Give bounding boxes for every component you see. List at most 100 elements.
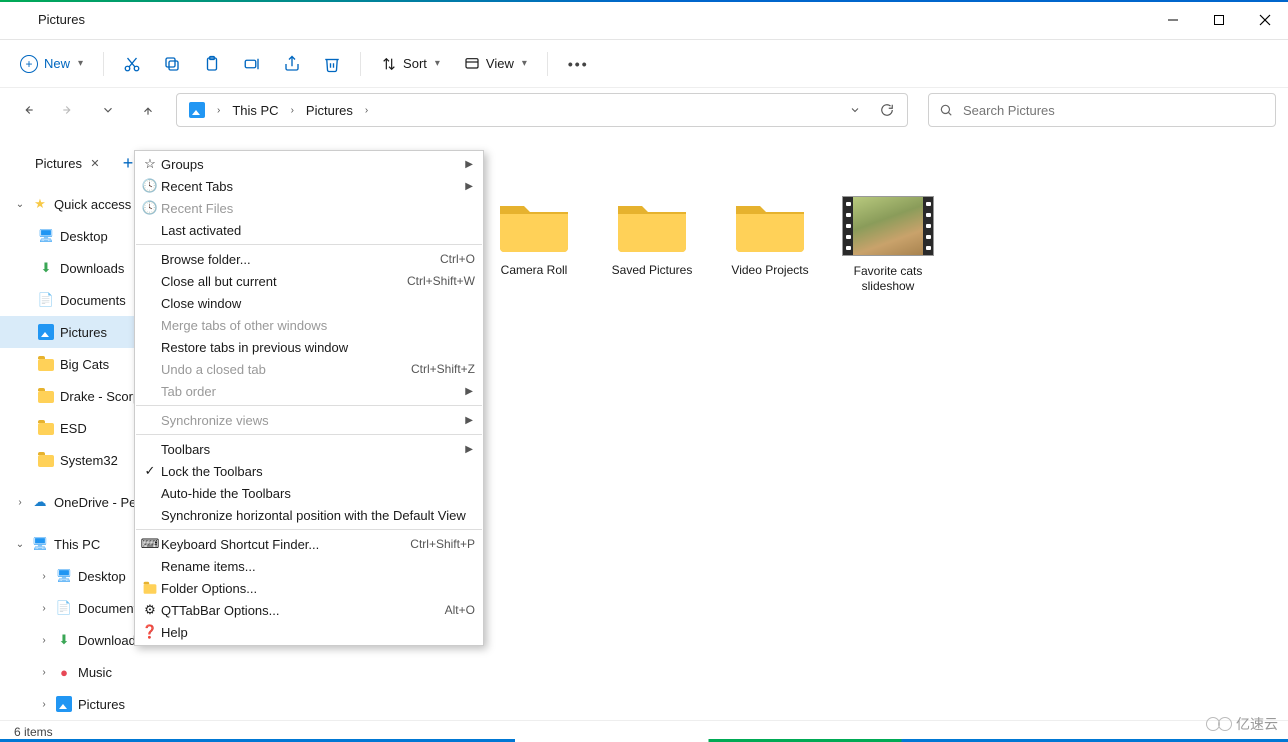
chevron-down-icon: ▾ bbox=[522, 58, 527, 69]
document-icon: 📄 bbox=[38, 292, 54, 308]
paste-button[interactable] bbox=[194, 46, 230, 82]
new-button[interactable]: + New ▾ bbox=[10, 49, 93, 79]
keyboard-icon: ⌨ bbox=[139, 536, 161, 552]
breadcrumb-this-pc[interactable]: This PC bbox=[226, 99, 284, 122]
document-icon: 📄 bbox=[56, 600, 72, 616]
pictures-icon bbox=[56, 696, 72, 712]
plus-icon: + bbox=[20, 55, 38, 73]
forward-button[interactable] bbox=[52, 94, 84, 126]
sidebar-tp-pictures[interactable]: ›Pictures bbox=[0, 688, 188, 720]
folder-icon bbox=[38, 388, 54, 404]
star-icon: ☆ bbox=[139, 156, 161, 172]
folder-icon bbox=[38, 452, 54, 468]
watermark: 亿速云 bbox=[1206, 714, 1278, 734]
folder-camera-roll[interactable]: Camera Roll bbox=[484, 196, 584, 294]
menu-help[interactable]: ❓Help bbox=[135, 621, 483, 643]
back-button[interactable] bbox=[12, 94, 44, 126]
toolbar: + New ▾ Sort ▾ View ▾ ••• bbox=[0, 40, 1288, 88]
help-icon: ❓ bbox=[139, 624, 161, 640]
search-input[interactable] bbox=[963, 103, 1265, 118]
rename-button[interactable] bbox=[234, 46, 270, 82]
cut-button[interactable] bbox=[114, 46, 150, 82]
chevron-down-icon: ▾ bbox=[435, 58, 440, 69]
share-button[interactable] bbox=[274, 46, 310, 82]
music-icon: ● bbox=[56, 664, 72, 680]
cloud-icon: ☁ bbox=[32, 494, 48, 510]
gear-icon: ⚙ bbox=[139, 602, 161, 618]
pc-icon: 🖥 bbox=[32, 536, 48, 552]
view-label: View bbox=[486, 56, 514, 71]
menu-recent-files[interactable]: 🕓Recent Files bbox=[135, 197, 483, 219]
star-icon: ★ bbox=[32, 196, 48, 212]
up-button[interactable] bbox=[132, 94, 164, 126]
menu-qttabbar-options[interactable]: ⚙QTTabBar Options...Alt+O bbox=[135, 599, 483, 621]
context-menu: ☆Groups▶ 🕓Recent Tabs▶ 🕓Recent Files Las… bbox=[134, 150, 484, 646]
video-thumbnail bbox=[842, 196, 934, 256]
more-button[interactable]: ••• bbox=[558, 56, 599, 72]
app-icon bbox=[10, 11, 28, 29]
menu-close-window[interactable]: Close window bbox=[135, 292, 483, 314]
folder-icon bbox=[139, 581, 161, 595]
menu-tab-order[interactable]: Tab order▶ bbox=[135, 380, 483, 402]
chevron-right-icon: ▶ bbox=[465, 444, 475, 455]
menu-sync-horizontal[interactable]: Synchronize horizontal position with the… bbox=[135, 504, 483, 526]
file-favorite-cats-slideshow[interactable]: Favorite cats slideshow bbox=[838, 196, 938, 294]
title-bar: Pictures bbox=[0, 0, 1288, 40]
breadcrumb-pictures[interactable]: Pictures bbox=[300, 99, 359, 122]
sort-label: Sort bbox=[403, 56, 427, 71]
chevron-right-icon[interactable]: › bbox=[215, 105, 222, 116]
pictures-icon bbox=[38, 324, 54, 340]
search-box[interactable] bbox=[928, 93, 1276, 127]
download-icon: ⬇ bbox=[56, 632, 72, 648]
menu-undo-closed-tab[interactable]: Undo a closed tabCtrl+Shift+Z bbox=[135, 358, 483, 380]
address-bar[interactable]: › This PC › Pictures › bbox=[176, 93, 908, 127]
sidebar-tp-music[interactable]: ›●Music bbox=[0, 656, 188, 688]
chevron-right-icon: ▶ bbox=[465, 415, 475, 426]
chevron-right-icon: ▶ bbox=[465, 159, 475, 170]
menu-restore-tabs[interactable]: Restore tabs in previous window bbox=[135, 336, 483, 358]
copy-button[interactable] bbox=[154, 46, 190, 82]
check-icon: ✓ bbox=[139, 463, 161, 479]
close-button[interactable] bbox=[1242, 0, 1288, 40]
desktop-icon: 🖥 bbox=[38, 228, 54, 244]
menu-close-all-but-current[interactable]: Close all but currentCtrl+Shift+W bbox=[135, 270, 483, 292]
refresh-button[interactable] bbox=[873, 96, 901, 124]
menu-folder-options[interactable]: Folder Options... bbox=[135, 577, 483, 599]
folder-saved-pictures[interactable]: Saved Pictures bbox=[602, 196, 702, 294]
menu-keyboard-shortcut-finder[interactable]: ⌨Keyboard Shortcut Finder...Ctrl+Shift+P bbox=[135, 533, 483, 555]
menu-groups[interactable]: ☆Groups▶ bbox=[135, 153, 483, 175]
window-title: Pictures bbox=[38, 12, 1150, 27]
clock-icon: 🕓 bbox=[139, 178, 161, 194]
new-label: New bbox=[44, 56, 70, 71]
view-button[interactable]: View ▾ bbox=[454, 50, 537, 78]
chevron-down-icon: ▾ bbox=[78, 58, 83, 69]
clock-icon: 🕓 bbox=[139, 200, 161, 216]
download-icon: ⬇ bbox=[38, 260, 54, 276]
menu-autohide-toolbars[interactable]: Auto-hide the Toolbars bbox=[135, 482, 483, 504]
desktop-icon: 🖥 bbox=[56, 568, 72, 584]
delete-button[interactable] bbox=[314, 46, 350, 82]
address-dropdown-button[interactable] bbox=[841, 96, 869, 124]
menu-synchronize-views[interactable]: Synchronize views▶ bbox=[135, 409, 483, 431]
status-text: 6 items bbox=[14, 725, 53, 739]
chevron-right-icon[interactable]: › bbox=[289, 105, 296, 116]
recent-locations-button[interactable] bbox=[92, 94, 124, 126]
minimize-button[interactable] bbox=[1150, 0, 1196, 40]
menu-recent-tabs[interactable]: 🕓Recent Tabs▶ bbox=[135, 175, 483, 197]
search-icon bbox=[939, 103, 953, 117]
menu-merge-tabs[interactable]: Merge tabs of other windows bbox=[135, 314, 483, 336]
maximize-button[interactable] bbox=[1196, 0, 1242, 40]
chevron-right-icon[interactable]: › bbox=[363, 105, 370, 116]
chevron-right-icon: ▶ bbox=[465, 386, 475, 397]
nav-row: › This PC › Pictures › bbox=[0, 88, 1288, 132]
menu-toolbars[interactable]: Toolbars▶ bbox=[135, 438, 483, 460]
folder-icon bbox=[38, 356, 54, 372]
menu-rename-items[interactable]: Rename items... bbox=[135, 555, 483, 577]
folder-video-projects[interactable]: Video Projects bbox=[720, 196, 820, 294]
folder-icon bbox=[38, 420, 54, 436]
menu-lock-toolbars[interactable]: ✓Lock the Toolbars bbox=[135, 460, 483, 482]
menu-last-activated[interactable]: Last activated bbox=[135, 219, 483, 241]
menu-browse-folder[interactable]: Browse folder...Ctrl+O bbox=[135, 248, 483, 270]
chevron-right-icon: ▶ bbox=[465, 181, 475, 192]
sort-button[interactable]: Sort ▾ bbox=[371, 50, 450, 78]
